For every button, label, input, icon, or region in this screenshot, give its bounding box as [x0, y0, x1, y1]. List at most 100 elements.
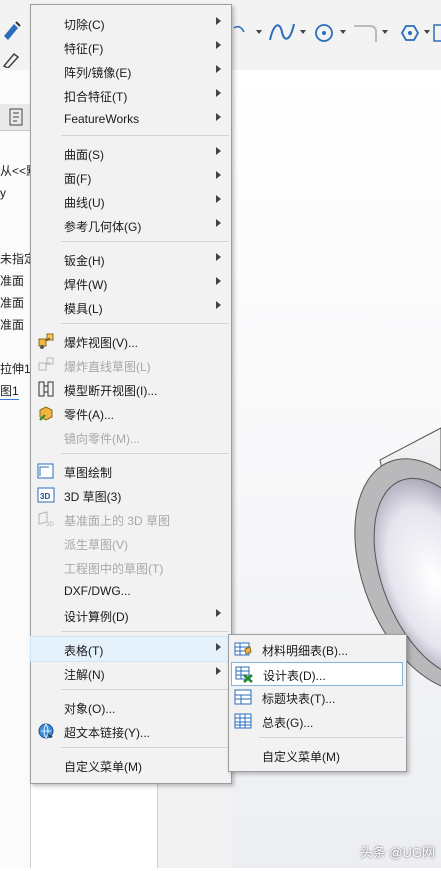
menu-item-label: FeatureWorks: [64, 112, 140, 126]
feature-manager-tabs: [0, 104, 30, 131]
menu-separator: [61, 689, 229, 690]
submenu-item-bill-of-materials[interactable]: 材料明细表(B)...: [229, 637, 406, 661]
menu-item-annotations[interactable]: 注解(N): [31, 661, 231, 685]
menu-item-tables[interactable]: 表格(T): [30, 636, 232, 662]
submenu-arrow-icon: [216, 609, 221, 617]
menu-item-label: 镜向零件(M)...: [64, 432, 140, 446]
design-table-icon: [235, 666, 253, 683]
menu-item-hyperlink[interactable]: 超文本链接(Y)...: [31, 719, 231, 743]
svg-text:3D: 3D: [40, 492, 50, 501]
menu-item-surface[interactable]: 曲面(S): [31, 141, 231, 165]
insert-menu: 切除(C) 特征(F) 阵列/镜像(E) 扣合特征(T) FeatureWork…: [30, 4, 232, 784]
menu-item-label: 3D 草图(3): [64, 490, 122, 504]
menu-separator: [61, 453, 229, 454]
submenu-arrow-icon: [216, 17, 221, 25]
submenu-arrow-icon: [216, 147, 221, 155]
menu-item-label: 设计算例(D): [64, 610, 129, 624]
submenu-arrow-icon: [216, 301, 221, 309]
tree-line[interactable]: 拉伸1: [0, 360, 31, 377]
menu-item-label: 派生草图(V): [64, 538, 128, 552]
submenu-item-title-block-table[interactable]: 标题块表(T)...: [229, 685, 406, 709]
submenu-item-label: 设计表(D)...: [263, 669, 326, 683]
menu-item-sketch-from-drawing[interactable]: 工程图中的草图(T): [31, 555, 231, 579]
menu-item-label: 基准面上的 3D 草图: [64, 514, 171, 528]
pencil-icon[interactable]: [0, 50, 28, 68]
sketch-tool-icon[interactable]: [0, 16, 30, 42]
tree-line[interactable]: 准面: [0, 272, 24, 289]
menu-separator: [61, 747, 229, 748]
menu-item-featureworks[interactable]: FeatureWorks: [31, 107, 231, 131]
submenu-item-general-table[interactable]: 总表(G)...: [229, 709, 406, 733]
menu-item-curve[interactable]: 曲线(U): [31, 189, 231, 213]
submenu-arrow-icon: [216, 219, 221, 227]
panel-divider: [157, 780, 232, 868]
menu-item-design-study[interactable]: 设计算例(D): [31, 603, 231, 627]
menu-item-label: 超文本链接(Y)...: [64, 726, 150, 740]
tree-line[interactable]: 准面: [0, 294, 24, 311]
menu-item-fastening-features[interactable]: 扣合特征(T): [31, 83, 231, 107]
menu-item-label: 对象(O)...: [64, 702, 116, 716]
tree-line[interactable]: 准面: [0, 316, 24, 333]
menu-item-label: 钣金(H): [64, 254, 105, 268]
menu-separator: [259, 737, 404, 738]
part-icon: [39, 406, 53, 421]
menu-item-label: 爆炸视图(V)...: [64, 336, 138, 350]
submenu-arrow-icon: [216, 41, 221, 49]
menu-item-sheet-metal[interactable]: 钣金(H): [31, 247, 231, 271]
menu-item-sketch[interactable]: 草图绘制: [31, 459, 231, 483]
tree-line-selected[interactable]: 图1: [0, 382, 19, 400]
menu-item-break-view[interactable]: 模型断开视图(I)...: [31, 377, 231, 401]
submenu-item-customize-menu[interactable]: 自定义菜单(M): [229, 743, 406, 767]
tables-submenu: 材料明细表(B)... 设计表(D)... 标题块表(T)... 总表(G)..…: [228, 634, 407, 772]
tree-line[interactable]: y: [0, 186, 6, 200]
submenu-item-label: 自定义菜单(M): [262, 750, 340, 764]
menu-item-face[interactable]: 面(F): [31, 165, 231, 189]
submenu-item-label: 标题块表(T)...: [262, 692, 336, 706]
menu-item-3d-sketch-on-plane[interactable]: 3D 基准面上的 3D 草图: [31, 507, 231, 531]
menu-item-features[interactable]: 特征(F): [31, 35, 231, 59]
menu-item-object[interactable]: 对象(O)...: [31, 695, 231, 719]
submenu-item-design-table[interactable]: 设计表(D)...: [231, 662, 403, 686]
menu-item-cut[interactable]: 切除(C): [31, 11, 231, 35]
property-manager-icon[interactable]: [8, 108, 24, 126]
menu-item-exploded-view[interactable]: 爆炸视图(V)...: [31, 329, 231, 353]
menu-item-label: 爆炸直线草图(L): [64, 360, 151, 374]
menu-item-label: 零件(A)...: [64, 408, 114, 422]
submenu-arrow-icon: [216, 277, 221, 285]
menu-item-reference-geometry[interactable]: 参考几何体(G): [31, 213, 231, 237]
submenu-arrow-icon: [216, 667, 221, 675]
submenu-arrow-icon: [216, 643, 221, 651]
menu-item-explode-line-sketch[interactable]: 爆炸直线草图(L): [31, 353, 231, 377]
3d-sketch-on-plane-icon: 3D: [38, 511, 54, 528]
sketch-icon: [37, 463, 54, 479]
explode-line-sketch-icon: [38, 357, 54, 371]
menu-item-customize-menu[interactable]: 自定义菜单(M): [31, 753, 231, 777]
menu-item-label: 表格(T): [64, 644, 104, 658]
menu-separator: [61, 135, 229, 136]
submenu-arrow-icon: [216, 195, 221, 203]
menu-item-label: 面(F): [64, 172, 92, 186]
menu-item-mirror-part[interactable]: 镜向零件(M)...: [31, 425, 231, 449]
menu-item-label: 注解(N): [64, 668, 105, 682]
menu-item-pattern-mirror[interactable]: 阵列/镜像(E): [31, 59, 231, 83]
menu-item-dxf-dwg[interactable]: DXF/DWG...: [31, 579, 231, 603]
hyperlink-icon: [38, 723, 54, 739]
menu-item-label: 工程图中的草图(T): [64, 562, 164, 576]
menu-item-molds[interactable]: 模具(L): [31, 295, 231, 319]
menu-item-part[interactable]: 零件(A)...: [31, 401, 231, 425]
menu-separator: [61, 323, 229, 324]
break-view-icon: [38, 381, 54, 397]
menu-item-label: 模型断开视图(I)...: [64, 384, 158, 398]
menu-separator: [61, 241, 229, 242]
menu-item-label: 曲面(S): [64, 148, 104, 162]
menu-item-derived-sketch[interactable]: 派生草图(V): [31, 531, 231, 555]
menu-item-weldments[interactable]: 焊件(W): [31, 271, 231, 295]
submenu-arrow-icon: [216, 253, 221, 261]
menu-item-label: 参考几何体(G): [64, 220, 142, 234]
menu-item-label: DXF/DWG...: [64, 584, 131, 598]
menu-item-label: 扣合特征(T): [64, 90, 128, 104]
watermark: 头条 @UG网: [359, 845, 435, 860]
menu-item-label: 模具(L): [64, 302, 103, 316]
menu-item-label: 阵列/镜像(E): [64, 66, 132, 80]
menu-item-3d-sketch[interactable]: 3D 3D 草图(3): [31, 483, 231, 507]
